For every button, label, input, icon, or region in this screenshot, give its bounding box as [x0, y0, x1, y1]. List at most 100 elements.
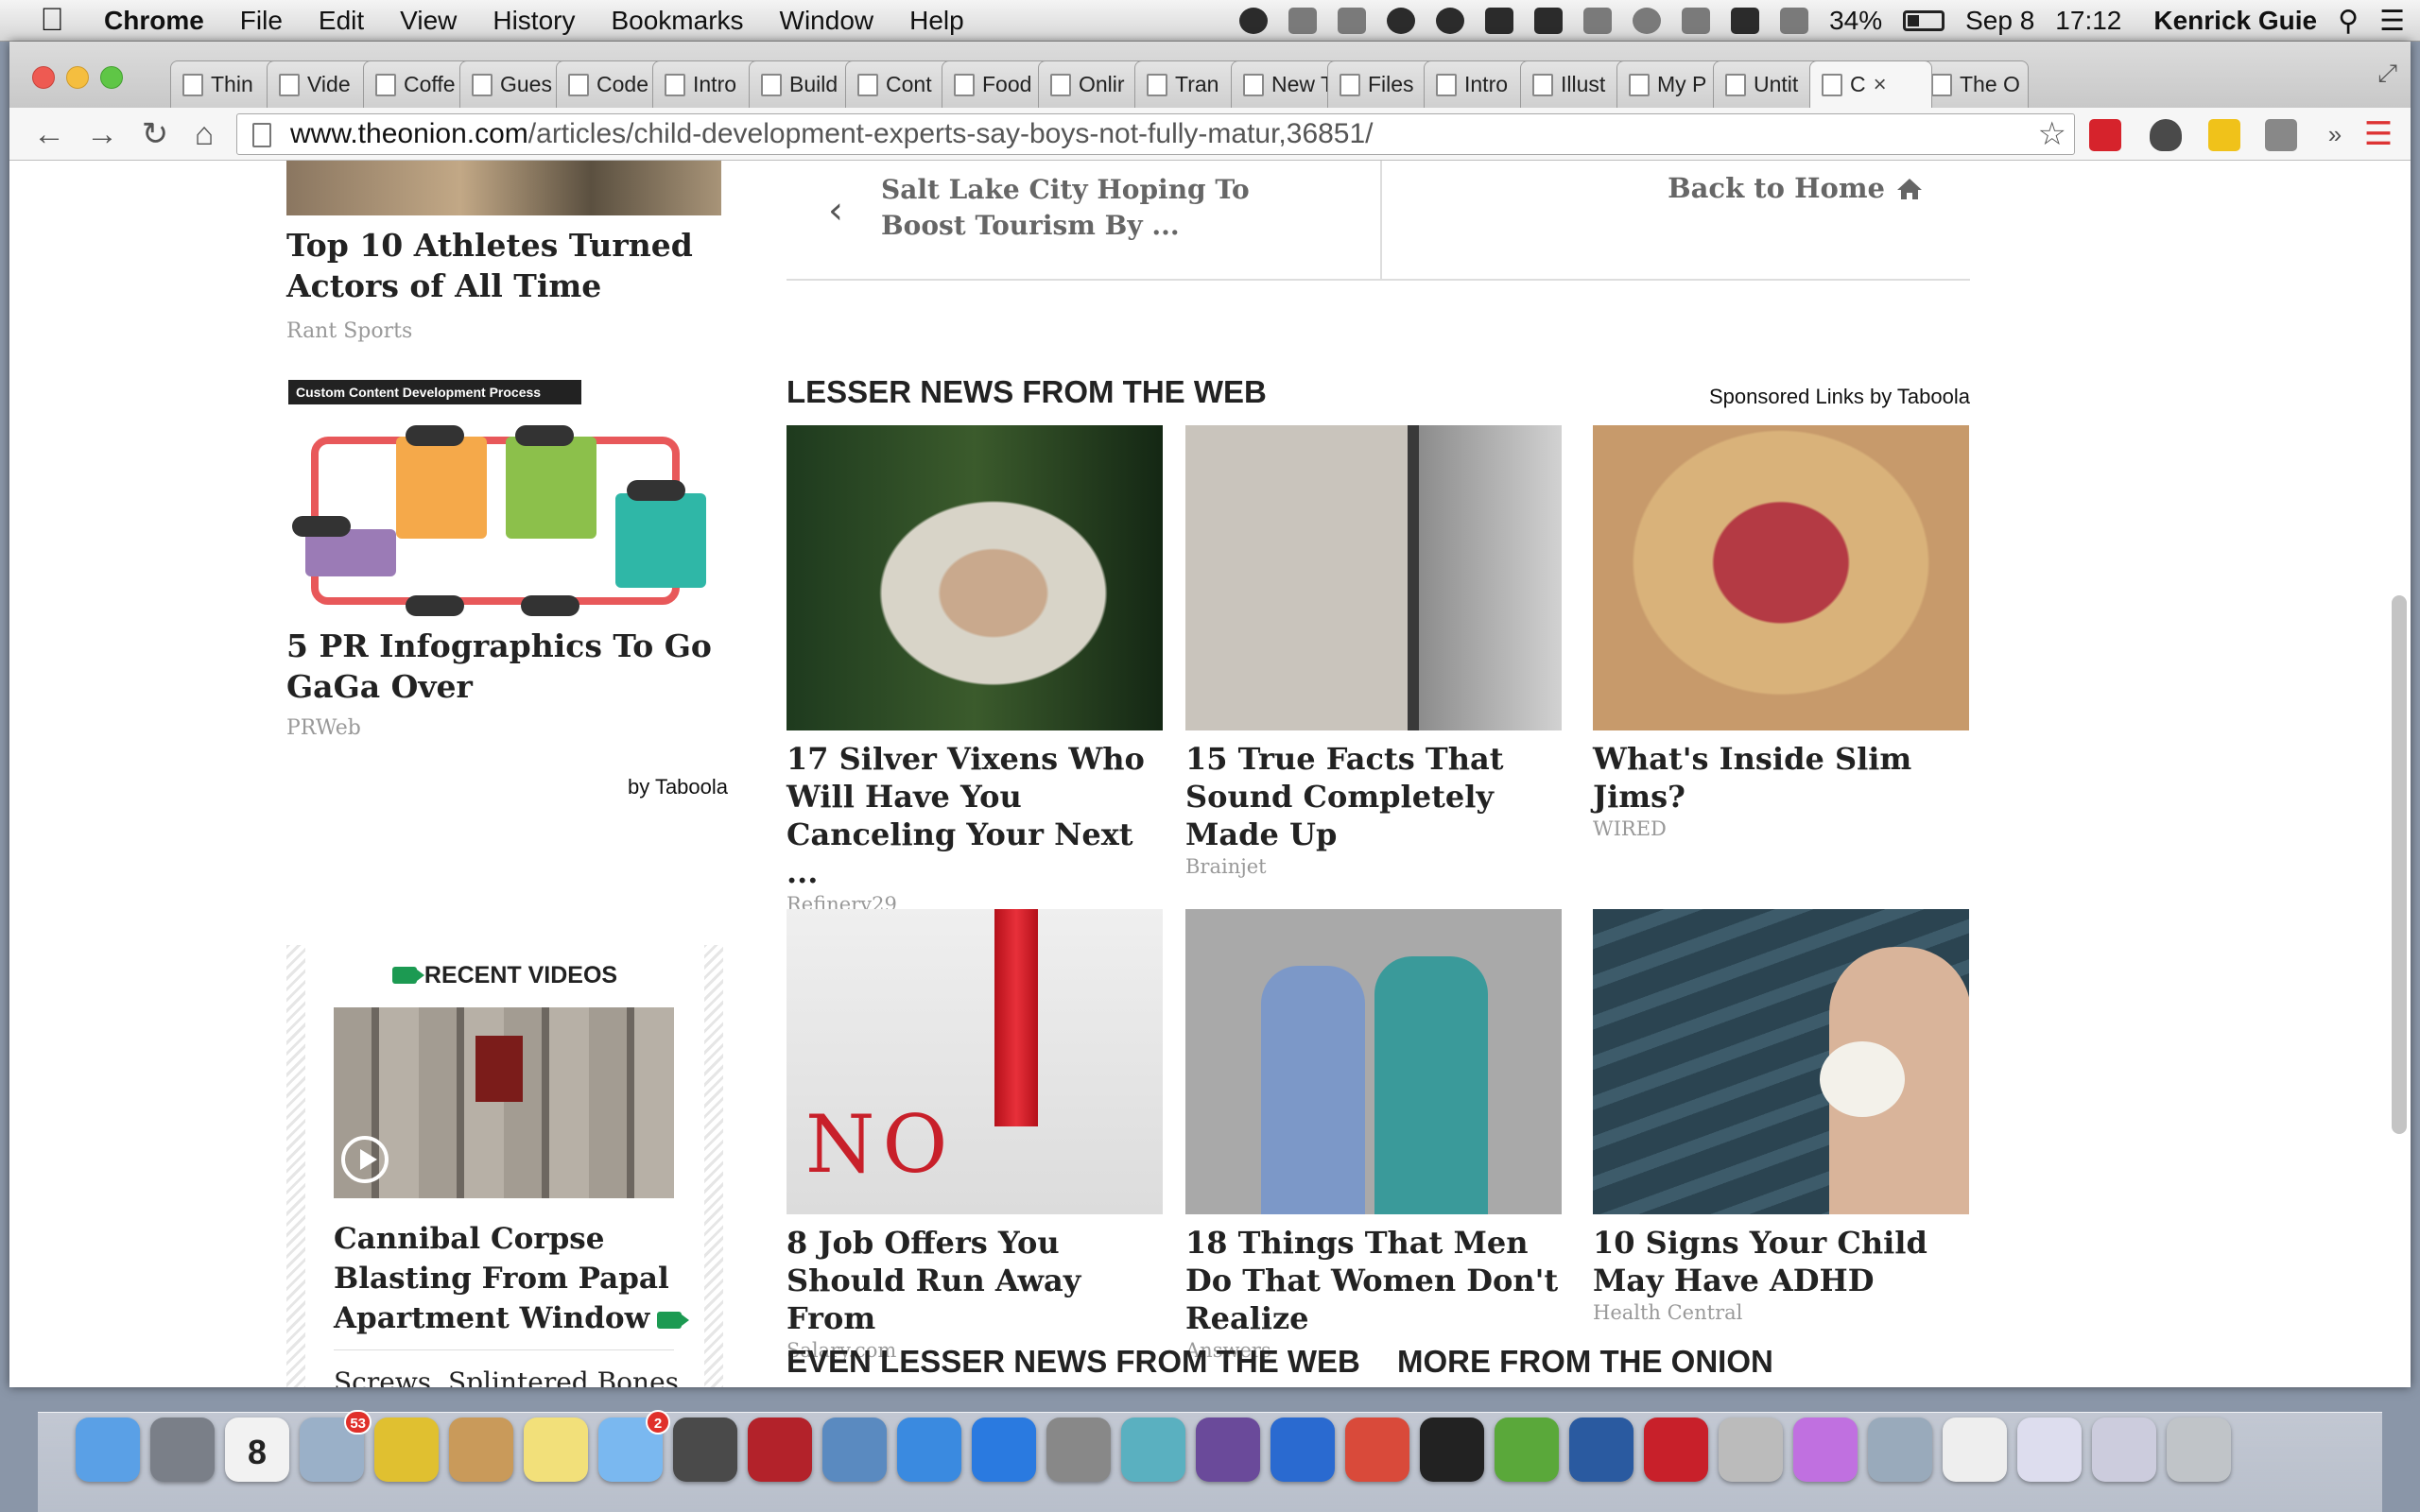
card-source[interactable]: Brainjet — [1185, 855, 1562, 878]
pocket-extension-icon[interactable] — [2150, 119, 2182, 151]
card-title[interactable]: 10 Signs Your Child May Have ADHD — [1593, 1224, 1969, 1299]
evernote-tray-icon[interactable] — [1534, 8, 1564, 34]
card-source[interactable]: Health Central — [1593, 1301, 1969, 1324]
video-thumbnail[interactable] — [334, 1007, 674, 1198]
chrome-icon[interactable] — [374, 1418, 439, 1482]
mail-icon[interactable]: 53 — [300, 1410, 372, 1482]
lastpass-extension-icon[interactable] — [2089, 119, 2121, 151]
launchpad-icon[interactable] — [150, 1418, 215, 1482]
calendar-icon[interactable]: 8 — [225, 1418, 289, 1482]
terminal-icon[interactable] — [1420, 1418, 1484, 1482]
news-card[interactable]: What's Inside Slim Jims? WIRED — [1593, 425, 1969, 840]
vpn-icon[interactable] — [1121, 1418, 1185, 1482]
by-taboola-label[interactable]: by Taboola — [628, 775, 728, 799]
back-to-home-label[interactable]: Back to Home — [1668, 172, 1885, 204]
tab[interactable]: Onlir — [1038, 60, 1148, 108]
home-button[interactable]: ⌂ — [185, 115, 223, 153]
tab[interactable]: Intro — [1424, 60, 1533, 108]
notification-center-icon[interactable]: ☰ — [2379, 5, 2405, 38]
cast-icon[interactable] — [2265, 119, 2297, 151]
page-scrollbar[interactable] — [2392, 595, 2407, 1134]
close-window-button[interactable] — [32, 66, 55, 89]
bookmark-star-icon[interactable]: ☆ — [2038, 114, 2066, 154]
card-thumbnail[interactable] — [1593, 425, 1969, 730]
contacts-icon[interactable] — [449, 1418, 513, 1482]
back-button[interactable]: ← — [30, 115, 68, 153]
battery-icon[interactable] — [1903, 10, 1945, 31]
sidebar-item-title[interactable]: 5 PR Infographics To Go GaGa Over — [286, 626, 731, 707]
more-extensions-icon[interactable]: » — [2316, 115, 2354, 153]
menu-window[interactable]: Window — [780, 6, 874, 36]
reload-button[interactable]: ↻ — [136, 115, 174, 153]
tab-active[interactable]: C × — [1809, 60, 1932, 108]
menu-help[interactable]: Help — [909, 6, 964, 36]
sidebar-item-source[interactable]: PRWeb — [286, 716, 361, 740]
document-icon[interactable] — [2092, 1418, 2156, 1482]
airplay-icon[interactable] — [1583, 8, 1613, 34]
tab[interactable]: The O — [1919, 60, 2029, 108]
news-card[interactable]: 10 Signs Your Child May Have ADHD Health… — [1593, 909, 1969, 1324]
finder-icon[interactable] — [76, 1418, 140, 1482]
tab[interactable]: Thin — [170, 60, 280, 108]
tab[interactable]: Build — [749, 60, 858, 108]
tab[interactable]: Food — [942, 60, 1051, 108]
calculator-icon[interactable] — [1719, 1418, 1783, 1482]
card-thumbnail[interactable] — [1185, 425, 1562, 730]
play-icon[interactable] — [341, 1136, 389, 1183]
tab[interactable]: Files — [1327, 60, 1437, 108]
tab-close-icon[interactable]: × — [1874, 72, 1887, 98]
minimize-window-button[interactable] — [66, 66, 89, 89]
hipchat-icon[interactable] — [1569, 1418, 1634, 1482]
menu-bookmarks[interactable]: Bookmarks — [611, 6, 743, 36]
volume-icon[interactable] — [1780, 8, 1809, 34]
clock-date[interactable]: Sep 8 — [1965, 6, 2034, 36]
sync-icon[interactable] — [1338, 8, 1367, 34]
tab[interactable]: Cont — [845, 60, 955, 108]
dropbox-icon[interactable] — [1288, 8, 1318, 34]
card-thumbnail[interactable]: NO — [786, 909, 1163, 1214]
notes-extension-icon[interactable] — [2208, 119, 2240, 151]
card-title[interactable]: 8 Job Offers You Should Run Away From — [786, 1224, 1163, 1337]
sponsored-links-label[interactable]: Sponsored Links by Taboola — [1709, 385, 1970, 409]
news-card[interactable]: 15 True Facts That Sound Completely Made… — [1185, 425, 1562, 878]
user-name[interactable]: Kenrick Guie — [2153, 6, 2317, 36]
facetime-icon[interactable] — [673, 1418, 737, 1482]
forward-button[interactable]: → — [83, 115, 121, 153]
athlete-thumbnail[interactable] — [286, 161, 721, 215]
next-video-title[interactable]: Screws, Splintered Bones, — [334, 1366, 687, 1387]
alien-icon[interactable] — [1387, 8, 1416, 34]
back-to-home-link[interactable]: Back to Home — [1382, 161, 1970, 281]
tab[interactable]: Intro — [652, 60, 762, 108]
clock-time[interactable]: 17:12 — [2055, 6, 2121, 36]
tab[interactable]: My P — [1616, 60, 1726, 108]
google-drive-icon[interactable] — [1485, 8, 1514, 34]
card-thumbnail[interactable] — [1593, 909, 1969, 1214]
reeder-icon[interactable] — [1345, 1418, 1409, 1482]
acrobat-icon[interactable] — [1644, 1418, 1708, 1482]
preview-icon[interactable] — [1868, 1418, 1932, 1482]
battery-percent[interactable]: 34% — [1829, 6, 1882, 36]
teamviewer-icon[interactable] — [1270, 1418, 1335, 1482]
address-bar[interactable]: www.theonion.com/articles/child-developm… — [236, 113, 2075, 155]
tab[interactable]: Untit — [1713, 60, 1823, 108]
wifi-icon[interactable] — [1731, 8, 1760, 34]
notification-bell-icon[interactable] — [1436, 8, 1465, 34]
notes-icon[interactable] — [524, 1418, 588, 1482]
system-preferences-icon[interactable] — [1046, 1418, 1111, 1482]
menu-file[interactable]: File — [240, 6, 283, 36]
fullscreen-icon[interactable]: ⤢ — [2377, 59, 2397, 89]
tab[interactable]: Code — [556, 60, 666, 108]
previous-article-title[interactable]: Salt Lake City Hoping To Boost Tourism B… — [881, 172, 1325, 244]
flower-icon[interactable] — [1793, 1418, 1858, 1482]
chrome-menu-icon[interactable]: ☰ — [2360, 115, 2397, 153]
b-app-icon[interactable] — [1239, 8, 1269, 34]
tab[interactable]: Coffe — [363, 60, 473, 108]
document-icon[interactable] — [1943, 1418, 2007, 1482]
bluetooth-icon[interactable] — [1682, 8, 1711, 34]
document-icon[interactable] — [2017, 1418, 2082, 1482]
card-thumbnail[interactable] — [1185, 909, 1562, 1214]
menu-edit[interactable]: Edit — [319, 6, 364, 36]
card-title[interactable]: 15 True Facts That Sound Completely Made… — [1185, 740, 1562, 853]
tab[interactable]: Illust — [1520, 60, 1630, 108]
tab[interactable]: Gues — [459, 60, 569, 108]
